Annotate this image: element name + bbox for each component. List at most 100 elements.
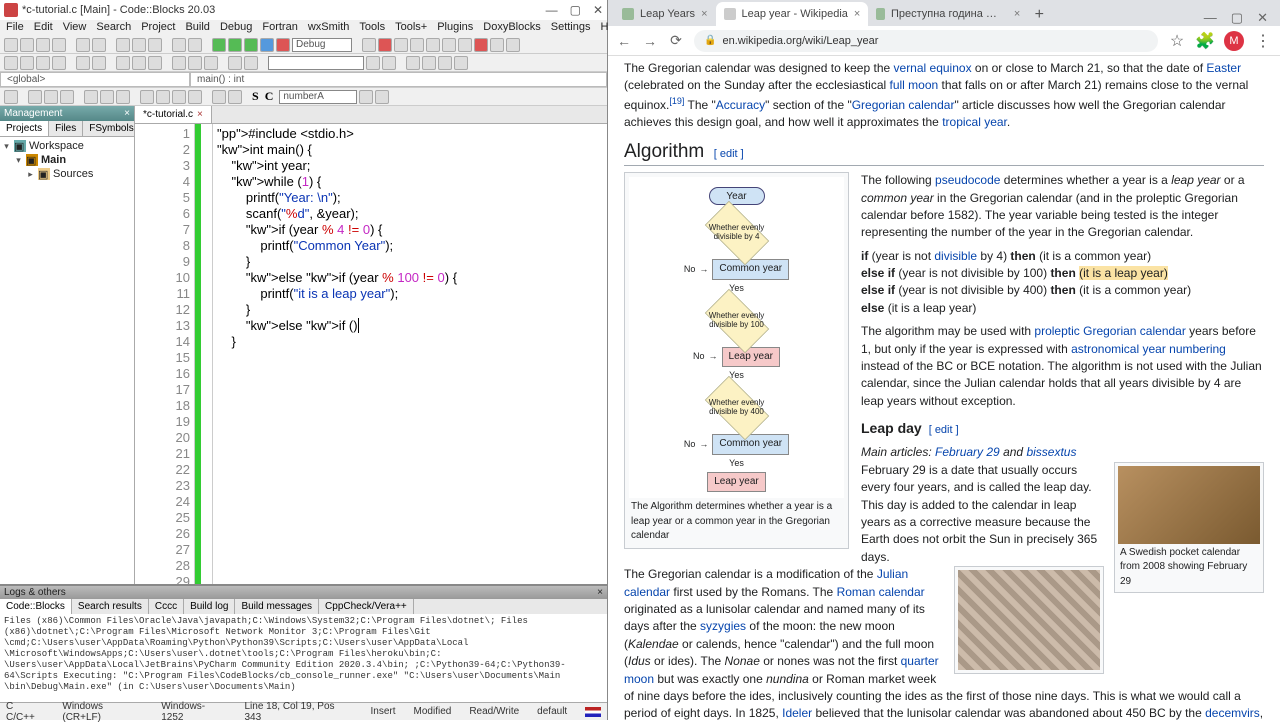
dox-line-icon[interactable]	[116, 90, 130, 104]
browser-close-button[interactable]: ✕	[1257, 10, 1268, 26]
sym-search-icon[interactable]	[359, 90, 373, 104]
diff-icon[interactable]	[116, 56, 130, 70]
dox-block-icon[interactable]	[100, 90, 114, 104]
thumbnail-calendar[interactable]: A Swedish pocket calendar from 2008 show…	[1114, 462, 1264, 594]
flowchart-thumb[interactable]: Year Whether evenly divisible by 4 No→Co…	[624, 172, 849, 549]
jump-back-icon[interactable]	[228, 56, 242, 70]
logs-tab[interactable]: Search results	[72, 599, 149, 614]
diff3-icon[interactable]	[148, 56, 162, 70]
page-content[interactable]: The Gregorian calendar was designed to k…	[608, 56, 1280, 720]
find-combo[interactable]	[268, 56, 364, 70]
step-out-icon[interactable]	[426, 38, 440, 52]
browser-tab[interactable]: Leap Years×	[614, 2, 716, 26]
logs-tab[interactable]: Code::Blocks	[0, 599, 72, 614]
abort-icon[interactable]	[276, 38, 290, 52]
menu-plugins[interactable]: Plugins	[437, 21, 473, 35]
browser-tab[interactable]: Преступна година — Википед…×	[868, 2, 1028, 26]
config-icon[interactable]	[188, 90, 202, 104]
bookmark-prev-icon[interactable]	[20, 56, 34, 70]
case-icon[interactable]	[422, 56, 436, 70]
show-diff-icon[interactable]	[60, 90, 74, 104]
menu-view[interactable]: View	[63, 21, 87, 35]
tab-close-icon[interactable]: ×	[1014, 8, 1020, 20]
toggle-header-icon[interactable]	[44, 90, 58, 104]
html-doc-icon[interactable]	[156, 90, 170, 104]
step-over-icon[interactable]	[394, 38, 408, 52]
inc-search-next-icon[interactable]	[382, 56, 396, 70]
menu-settings[interactable]: Settings	[551, 21, 591, 35]
tab-close-icon[interactable]: ×	[197, 109, 203, 120]
menu-file[interactable]: File	[6, 21, 24, 35]
chm-doc-icon[interactable]	[172, 90, 186, 104]
debug-windows-icon[interactable]	[490, 38, 504, 52]
open-file-icon[interactable]	[20, 38, 34, 52]
tab-close-icon[interactable]: ×	[701, 8, 707, 20]
scope-combo[interactable]: <global>	[0, 72, 190, 87]
profile-avatar[interactable]: M	[1224, 31, 1244, 51]
copy-icon[interactable]	[132, 38, 146, 52]
code-editor[interactable]: 1234567891011121314151617181920212223242…	[135, 124, 607, 584]
extensions-icon[interactable]: 🧩	[1196, 32, 1214, 50]
build-target-combo[interactable]: Debug	[292, 38, 352, 52]
menu-fortran[interactable]: Fortran	[262, 21, 297, 35]
bookmark-toggle-icon[interactable]	[4, 56, 18, 70]
fortran2-icon[interactable]	[92, 56, 106, 70]
replace-icon[interactable]	[188, 38, 202, 52]
menu-doxyblocks[interactable]: DoxyBlocks	[483, 21, 540, 35]
text-c-icon[interactable]: C	[265, 89, 274, 104]
rebuild-icon[interactable]	[260, 38, 274, 52]
thumbnail-calendar-2[interactable]	[954, 566, 1104, 674]
edit-link[interactable]: [ edit ]	[714, 148, 744, 160]
editor-tab[interactable]: *c-tutorial.c ×	[135, 106, 212, 123]
back-button[interactable]: ←	[616, 33, 632, 49]
save-all-icon[interactable]	[52, 38, 66, 52]
stop-debug-icon[interactable]	[474, 38, 488, 52]
logs-tab[interactable]: Build messages	[235, 599, 319, 614]
project-tree[interactable]: ▾▣Workspace ▾▣Main ▸▣Sources	[0, 137, 134, 584]
menu-edit[interactable]: Edit	[34, 21, 53, 35]
menu-search[interactable]: Search	[96, 21, 131, 35]
code-content[interactable]: "pp">#include <stdio.h>"kw">int main() {…	[213, 124, 607, 584]
bookmark-clear-icon[interactable]	[52, 56, 66, 70]
menu-project[interactable]: Project	[141, 21, 175, 35]
info-icon[interactable]	[506, 38, 520, 52]
logs-tab[interactable]: CppCheck/Vera++	[319, 599, 414, 614]
logs-tab[interactable]: Cccc	[149, 599, 184, 614]
diff2-icon[interactable]	[132, 56, 146, 70]
mgmt-tab-files[interactable]: Files	[49, 121, 83, 136]
cut-icon[interactable]	[116, 38, 130, 52]
run-doxy-icon[interactable]	[140, 90, 154, 104]
nav-last-icon[interactable]	[204, 56, 218, 70]
undo-icon[interactable]	[76, 38, 90, 52]
bookmark-next-icon[interactable]	[36, 56, 50, 70]
inc-search-prev-icon[interactable]	[366, 56, 380, 70]
build-run-icon[interactable]	[244, 38, 258, 52]
run-icon[interactable]	[228, 38, 242, 52]
tab-close-icon[interactable]: ×	[854, 8, 860, 20]
select-icon[interactable]	[4, 90, 18, 104]
nav-back-icon[interactable]	[172, 56, 186, 70]
panel-close-icon[interactable]: ×	[124, 108, 130, 119]
menu-build[interactable]: Build	[185, 21, 209, 35]
symbol-combo[interactable]: numberA	[279, 90, 357, 104]
func-combo[interactable]: main() : int	[190, 72, 607, 87]
edit-link[interactable]: [ edit ]	[929, 424, 959, 436]
browser-tab[interactable]: Leap year - Wikipedia×	[716, 2, 869, 26]
lang-flag-icon[interactable]	[585, 707, 601, 717]
logs-close-icon[interactable]: ×	[597, 587, 603, 598]
debug-start-icon[interactable]	[362, 38, 376, 52]
find-icon[interactable]	[172, 38, 186, 52]
menu-debug[interactable]: Debug	[220, 21, 252, 35]
lock-icon[interactable]: 🔒	[704, 35, 716, 46]
logs-content[interactable]: Files (x86)\Common Files\Oracle\Java\jav…	[0, 614, 607, 702]
sel-only-icon[interactable]	[454, 56, 468, 70]
toggle-source-icon[interactable]	[28, 90, 42, 104]
forward-button[interactable]: →	[642, 33, 658, 49]
text-s-icon[interactable]: S	[252, 89, 259, 104]
maximize-button[interactable]: ▢	[570, 3, 581, 17]
dox-comment-icon[interactable]	[84, 90, 98, 104]
kebab-menu-icon[interactable]: ⋮	[1254, 32, 1272, 50]
fold-margin[interactable]	[201, 124, 213, 584]
jump-fwd-icon[interactable]	[244, 56, 258, 70]
reload-button[interactable]: ⟳	[668, 32, 684, 49]
